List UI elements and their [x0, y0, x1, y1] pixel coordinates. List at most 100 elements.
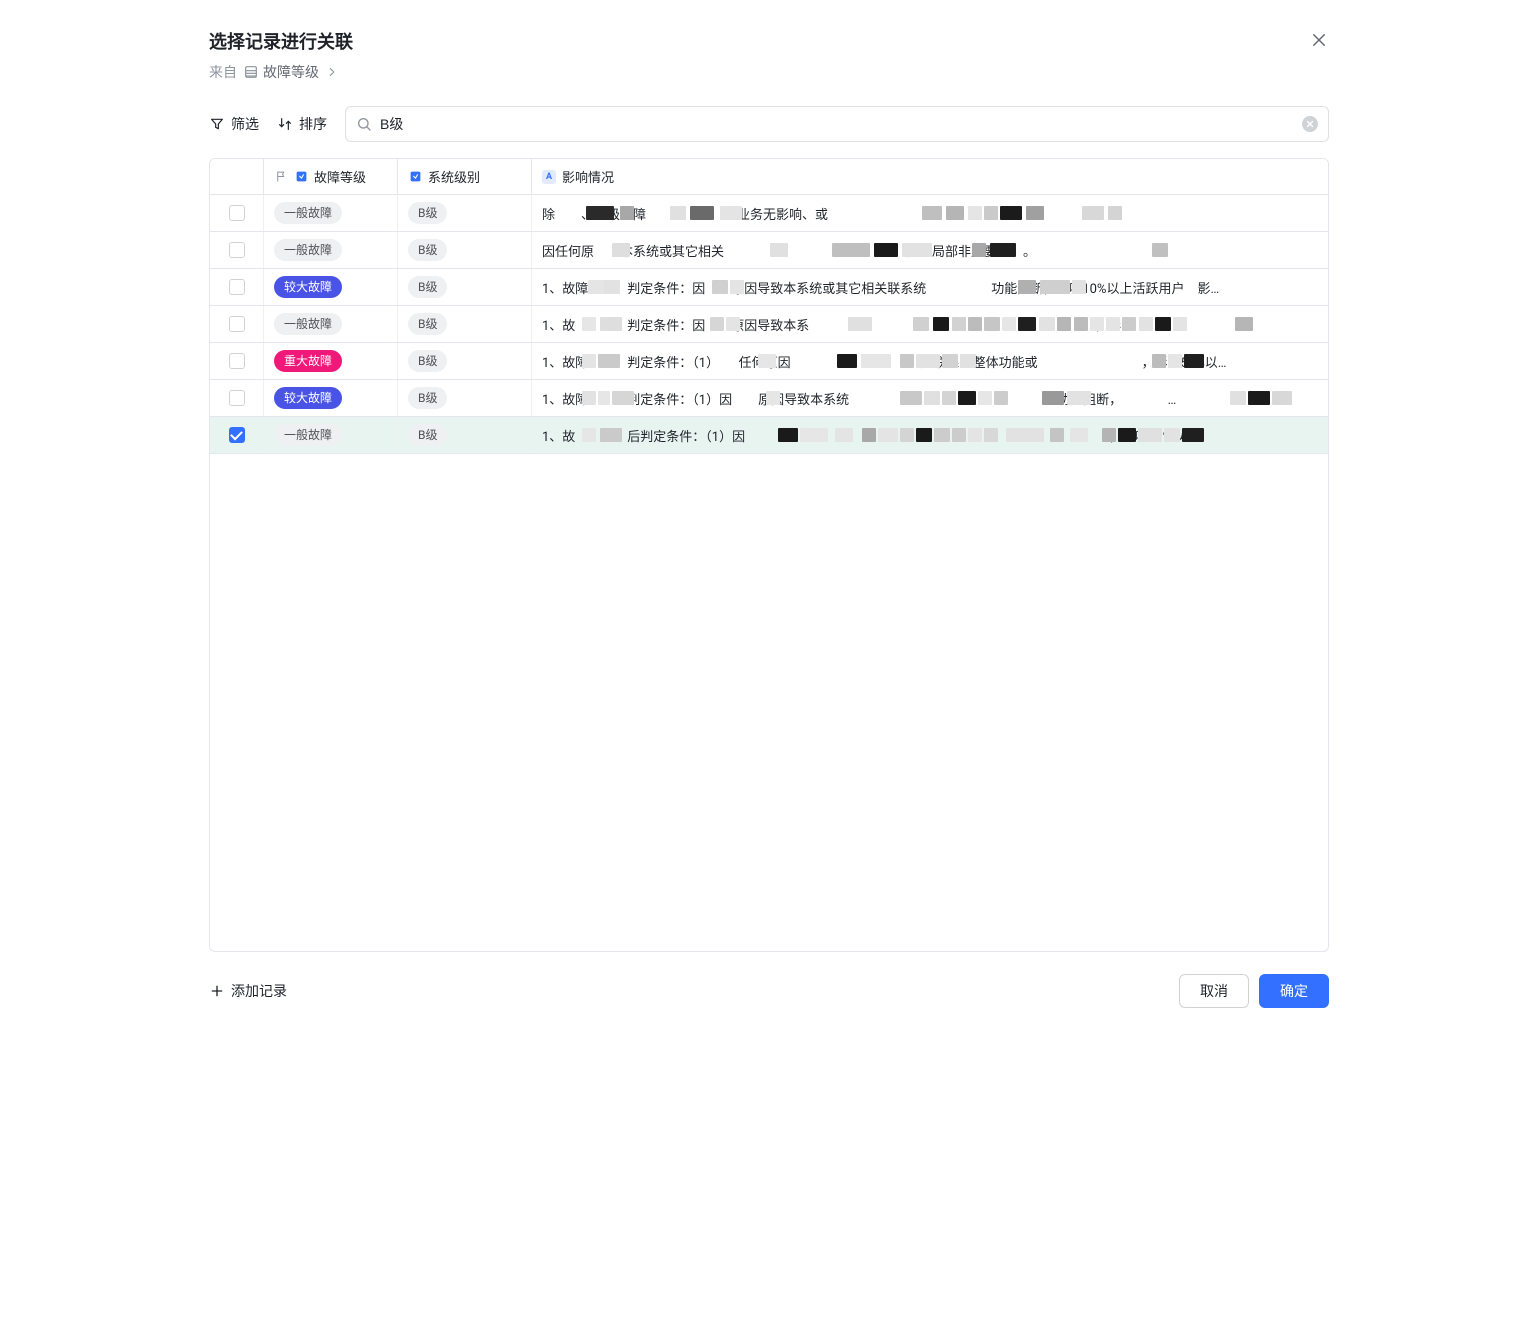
- from-label: 来自: [209, 62, 237, 82]
- table-icon: [243, 64, 259, 80]
- chevron-right-icon: [325, 65, 339, 79]
- record-table: 故障等级 系统级别 A 影响情况 一般故障 B级 除 、二级故障 对业务无影响、或 …: [209, 158, 1329, 952]
- system-level-tag: B级: [408, 313, 447, 335]
- sort-button[interactable]: 排序: [277, 114, 327, 134]
- footer-buttons: 取消 确定: [1179, 974, 1329, 1008]
- col-fault-level-label: 故障等级: [314, 167, 366, 186]
- fault-level-tag: 一般故障: [274, 239, 342, 261]
- row-checkbox-cell: [210, 343, 264, 379]
- impact-text: 1、故 后判定条件：（1）因 ，影响50%以…: [542, 426, 1318, 445]
- search-input[interactable]: [380, 116, 1294, 132]
- fault-level-tag: 重大故障: [274, 350, 342, 372]
- search-icon: [356, 116, 372, 132]
- system-level-tag: B级: [408, 424, 447, 446]
- col-fault-level[interactable]: 故障等级: [264, 159, 398, 194]
- clear-search-icon[interactable]: [1302, 116, 1318, 132]
- table-header: 故障等级 系统级别 A 影响情况: [210, 159, 1328, 195]
- fault-level-cell: 较大故障: [264, 380, 398, 416]
- row-checkbox[interactable]: [229, 427, 245, 443]
- row-checkbox-cell: [210, 269, 264, 305]
- col-system-level-label: 系统级别: [428, 167, 480, 186]
- add-record-button[interactable]: 添加记录: [209, 981, 287, 1001]
- link-record-modal: 选择记录进行关联 来自 故障等级 筛选 排序: [181, 0, 1357, 1030]
- table-row[interactable]: 一般故障 B级 除 、二级故障 对业务无影响、或 。: [210, 195, 1328, 232]
- impact-cell: 1、故 后判定条件：（1）因 ，影响50%以…: [532, 417, 1328, 453]
- modal-footer: 添加记录 取消 确定: [209, 952, 1329, 1008]
- filter-icon: [209, 116, 225, 132]
- ok-button[interactable]: 确定: [1259, 974, 1329, 1008]
- col-system-level[interactable]: 系统级别: [398, 159, 532, 194]
- impact-text: 除 、二级故障 对业务无影响、或 。: [542, 204, 1318, 223]
- col-impact-label: 影响情况: [562, 167, 614, 186]
- table-row[interactable]: 一般故障 B级 因任何原 本系统或其它相关 分或局部非主要 。: [210, 232, 1328, 269]
- system-level-cell: B级: [398, 417, 532, 453]
- modal-title: 选择记录进行关联: [209, 30, 353, 56]
- filter-button[interactable]: 筛选: [209, 114, 259, 134]
- impact-cell: 1、故 判定条件：因 原因导致本系 ，影…: [532, 306, 1328, 342]
- table-body: 一般故障B级除 、二级故障 对业务无影响、或 。一般故障B级因任何原 本系统或其…: [210, 195, 1328, 951]
- flag-icon: [274, 170, 288, 184]
- source-table-link[interactable]: 故障等级: [243, 62, 339, 82]
- fault-level-cell: 重大故障: [264, 343, 398, 379]
- system-level-tag: B级: [408, 276, 447, 298]
- select-field-icon: [294, 170, 308, 184]
- impact-cell: 1、故障 判定条件：因 原因导致本系统或其它相关联系统 功能阻断，影响10%以上…: [532, 269, 1328, 305]
- sort-icon: [277, 116, 293, 132]
- fault-level-tag: 一般故障: [274, 424, 342, 446]
- modal-header: 选择记录进行关联: [209, 30, 1329, 56]
- system-level-tag: B级: [408, 202, 447, 224]
- row-checkbox[interactable]: [229, 390, 245, 406]
- system-level-cell: B级: [398, 232, 532, 268]
- fault-level-tag: 较大故障: [274, 387, 342, 409]
- row-checkbox-cell: [210, 417, 264, 453]
- row-checkbox-cell: [210, 232, 264, 268]
- col-checkbox: [210, 159, 264, 194]
- fault-level-cell: 较大故障: [264, 269, 398, 305]
- row-checkbox-cell: [210, 380, 264, 416]
- col-impact[interactable]: A 影响情况: [532, 159, 1328, 194]
- fault-level-cell: 一般故障: [264, 195, 398, 231]
- search-field[interactable]: [345, 106, 1329, 142]
- fault-level-cell: 一般故障: [264, 306, 398, 342]
- impact-text: 1、故障 判定条件：因 原因导致本系统或其它相关联系统 功能阻断，影响10%以上…: [542, 278, 1318, 297]
- impact-text: 因任何原 本系统或其它相关 分或局部非主要 。: [542, 241, 1318, 260]
- row-checkbox-cell: [210, 306, 264, 342]
- fault-level-tag: 一般故障: [274, 313, 342, 335]
- table-row[interactable]: 一般故障 B级 1、故 后判定条件：（1）因 ，影响50%以…: [210, 417, 1328, 454]
- text-field-icon: A: [542, 170, 556, 184]
- filter-label: 筛选: [231, 114, 259, 134]
- row-checkbox[interactable]: [229, 242, 245, 258]
- system-level-cell: B级: [398, 380, 532, 416]
- system-level-tag: B级: [408, 350, 447, 372]
- system-level-cell: B级: [398, 269, 532, 305]
- row-checkbox[interactable]: [229, 205, 245, 221]
- impact-text: 1、故 判定条件：因 原因导致本系 ，影…: [542, 315, 1318, 334]
- add-record-label: 添加记录: [231, 981, 287, 1001]
- table-row[interactable]: 一般故障 B级 1、故 判定条件：因 原因导致本系 ，影…: [210, 306, 1328, 343]
- toolbar: 筛选 排序: [209, 106, 1329, 142]
- fault-level-cell: 一般故障: [264, 417, 398, 453]
- system-level-cell: B级: [398, 306, 532, 342]
- row-checkbox[interactable]: [229, 279, 245, 295]
- row-checkbox-cell: [210, 195, 264, 231]
- sort-label: 排序: [299, 114, 327, 134]
- system-level-tag: B级: [408, 239, 447, 261]
- table-row[interactable]: 较大故障 B级 1、故障 判定条件：因 原因导致本系统或其它相关联系统 功能阻断，影…: [210, 269, 1328, 306]
- impact-text: 1、故障 判定条件：（1）因 原因导致本系统 功能阻断， …: [542, 389, 1318, 408]
- system-level-tag: B级: [408, 387, 447, 409]
- fault-level-tag: 一般故障: [274, 202, 342, 224]
- impact-text: 1、故障 判定条件：（1） 任何原因 关联系统整体功能或 ，影响50%以…: [542, 352, 1318, 371]
- impact-cell: 1、故障 判定条件：（1）因 原因导致本系统 功能阻断， …: [532, 380, 1328, 416]
- cancel-button[interactable]: 取消: [1179, 974, 1249, 1008]
- system-level-cell: B级: [398, 195, 532, 231]
- close-icon[interactable]: [1309, 30, 1329, 50]
- row-checkbox[interactable]: [229, 316, 245, 332]
- table-row[interactable]: 重大故障 B级 1、故障 判定条件：（1） 任何原因 关联系统整体功能或 ，影响50…: [210, 343, 1328, 380]
- select-field-icon: [408, 170, 422, 184]
- fault-level-cell: 一般故障: [264, 232, 398, 268]
- row-checkbox[interactable]: [229, 353, 245, 369]
- source-table-name: 故障等级: [263, 62, 319, 82]
- table-row[interactable]: 较大故障 B级 1、故障 判定条件：（1）因 原因导致本系统 功能阻断， …: [210, 380, 1328, 417]
- modal-subheader: 来自 故障等级: [209, 62, 1329, 82]
- impact-cell: 1、故障 判定条件：（1） 任何原因 关联系统整体功能或 ，影响50%以…: [532, 343, 1328, 379]
